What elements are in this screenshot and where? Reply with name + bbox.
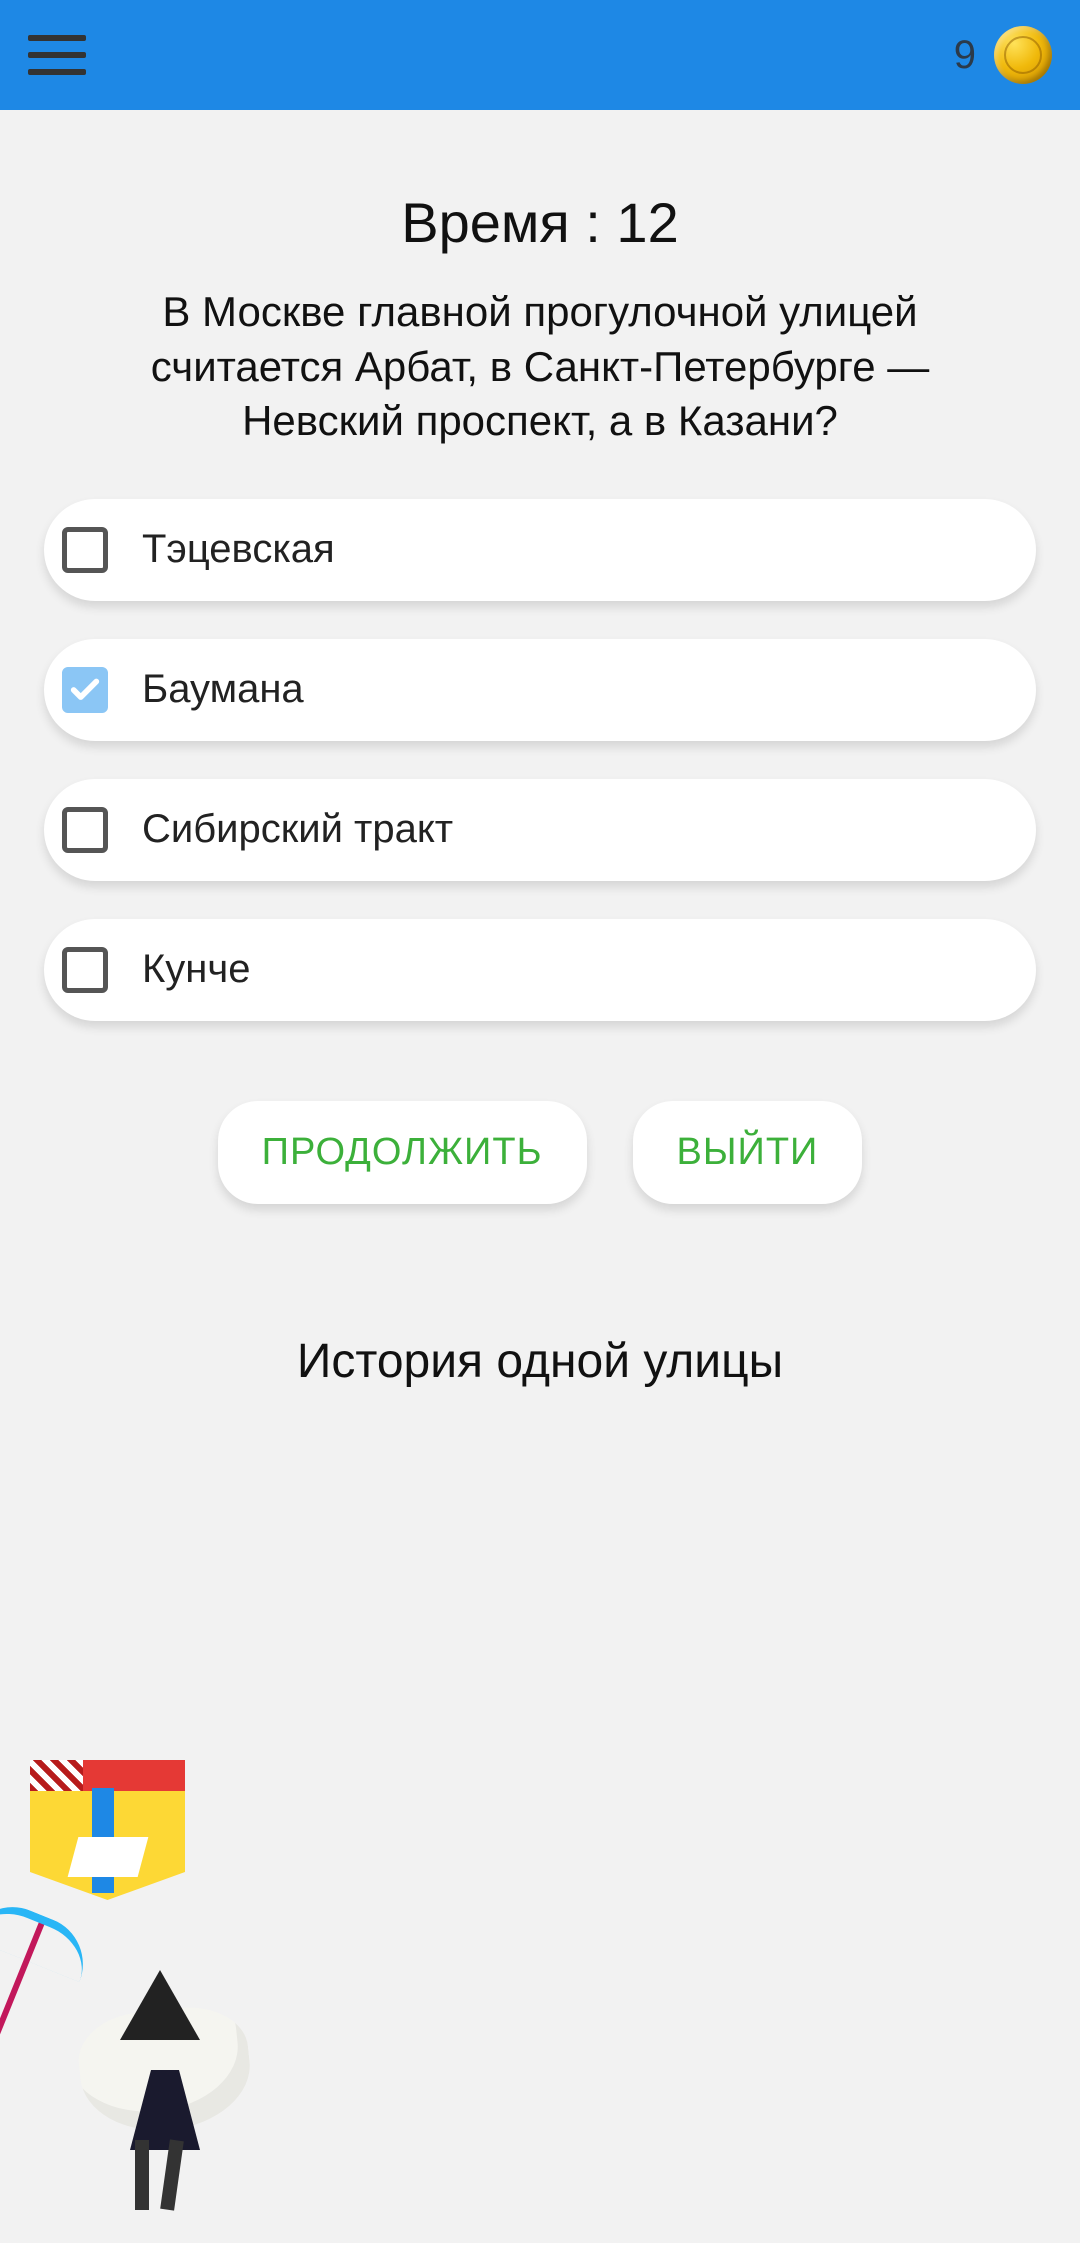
question-text: В Москве главной прогулочной улицей счит… <box>40 285 1040 449</box>
continue-button[interactable]: ПРОДОЛЖИТЬ <box>218 1101 587 1204</box>
coin-count: 9 <box>954 33 976 78</box>
option-4[interactable]: Кунче <box>44 919 1036 1021</box>
checkbox-icon <box>62 947 108 993</box>
option-1[interactable]: Тэцевская <box>44 499 1036 601</box>
option-label: Кунче <box>142 947 250 992</box>
option-3[interactable]: Сибирский тракт <box>44 779 1036 881</box>
option-label: Баумана <box>142 667 304 712</box>
action-buttons: ПРОДОЛЖИТЬ ВЫЙТИ <box>40 1101 1040 1204</box>
option-label: Тэцевская <box>142 527 335 572</box>
app-header: 9 <box>0 0 1080 110</box>
timer-label: Время : 12 <box>40 190 1040 255</box>
menu-icon[interactable] <box>28 35 86 75</box>
checkbox-icon <box>62 667 108 713</box>
option-2[interactable]: Баумана <box>44 639 1036 741</box>
quiz-content: Время : 12 В Москве главной прогулочной … <box>0 110 1080 1389</box>
section-subtitle: История одной улицы <box>40 1334 1040 1389</box>
checkbox-icon <box>62 807 108 853</box>
option-label: Сибирский тракт <box>142 807 453 852</box>
coin-display: 9 <box>954 26 1052 84</box>
decorative-badges <box>30 1760 280 2210</box>
coin-icon <box>994 26 1052 84</box>
coat-of-arms-icon <box>30 1760 185 1900</box>
character-illustration <box>30 1930 280 2210</box>
options-list: Тэцевская Баумана Сибирский тракт Кунче <box>40 499 1040 1021</box>
checkbox-icon <box>62 527 108 573</box>
exit-button[interactable]: ВЫЙТИ <box>633 1101 863 1204</box>
